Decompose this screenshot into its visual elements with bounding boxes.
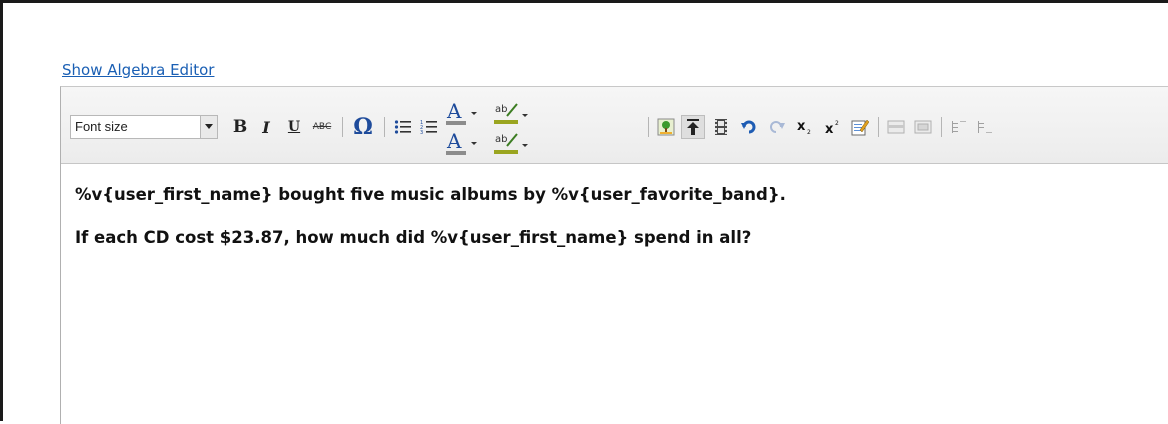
superscript-button[interactable]: x 2 — [821, 115, 845, 139]
numbered-list-icon: 1 2 3 — [420, 120, 437, 135]
svg-text:x: x — [825, 122, 834, 135]
bullet-list-icon — [394, 120, 411, 134]
bullet-list-button[interactable] — [391, 115, 415, 139]
toolbar-separator — [342, 117, 343, 137]
page-frame: Show Algebra Editor Font size B I U ABC — [0, 0, 1168, 424]
highlight-color-button-2[interactable]: ab — [491, 129, 535, 157]
content-line-2: If each CD cost $23.87, how much did %v{… — [75, 228, 752, 247]
table-col-button[interactable] — [911, 115, 935, 139]
toolbar-separator — [648, 117, 649, 137]
table-row-icon — [887, 120, 905, 134]
indent-icon — [952, 121, 966, 133]
redo-button[interactable] — [765, 115, 789, 139]
strikethrough-button[interactable]: ABC — [309, 115, 335, 139]
outdent-icon — [978, 121, 992, 133]
undo-icon — [741, 120, 756, 134]
underline-icon: U — [287, 119, 301, 135]
table-col-icon — [914, 120, 932, 134]
indent-button[interactable] — [947, 115, 971, 139]
superscript-icon: x 2 — [825, 120, 839, 135]
image-icon — [657, 118, 675, 136]
editor-toolbar: Font size B I U ABC Ω 1 2 3 A A ab ab x … — [61, 87, 1168, 164]
strikethrough-icon: ABC — [312, 122, 332, 132]
subscript-icon: x 2 — [797, 119, 811, 135]
italic-icon: I — [262, 117, 270, 137]
upload-icon — [687, 119, 699, 135]
highlight-color-button[interactable]: ab — [491, 99, 535, 127]
show-algebra-editor-link[interactable]: Show Algebra Editor — [62, 61, 214, 79]
text-color-button-2[interactable]: A — [441, 129, 489, 157]
font-size-label: Font size — [75, 119, 128, 134]
special-character-icon: Ω — [353, 114, 373, 140]
svg-text:2: 2 — [807, 129, 811, 135]
bold-icon: B — [232, 117, 248, 137]
upload-button[interactable] — [681, 115, 705, 139]
insert-media-button[interactable] — [709, 115, 733, 139]
svg-text:A: A — [446, 130, 462, 153]
toolbar-separator — [941, 117, 942, 137]
numbered-list-button[interactable]: 1 2 3 — [417, 115, 441, 139]
svg-text:A: A — [446, 100, 462, 123]
redo-icon — [770, 121, 785, 133]
dropdown-arrow-icon[interactable] — [200, 115, 218, 139]
bold-button[interactable]: B — [229, 115, 251, 139]
table-row-button[interactable] — [884, 115, 908, 139]
undo-button[interactable] — [737, 115, 761, 139]
highlight-color-icon: ab — [494, 133, 528, 154]
special-character-button[interactable]: Ω — [349, 114, 377, 140]
svg-text:ab: ab — [495, 134, 507, 145]
toolbar-separator — [878, 117, 879, 137]
outdent-button[interactable] — [973, 115, 997, 139]
color-tools-group: A A ab ab — [446, 99, 623, 159]
insert-image-button[interactable] — [654, 115, 678, 139]
editor-content-area[interactable]: %v{user_first_name} bought five music al… — [75, 185, 1155, 248]
text-color-button[interactable]: A — [441, 99, 489, 127]
edit-source-icon — [851, 119, 869, 136]
highlight-color-icon: ab — [494, 103, 528, 124]
svg-text:ab: ab — [495, 104, 507, 115]
rich-text-editor: Font size B I U ABC Ω 1 2 3 A A ab ab x … — [60, 86, 1168, 424]
subscript-button[interactable]: x 2 — [793, 115, 817, 139]
underline-button[interactable]: U — [283, 115, 305, 139]
svg-text:x: x — [797, 119, 806, 134]
toolbar-separator — [384, 117, 385, 137]
font-size-select[interactable]: Font size — [70, 115, 218, 139]
text-color-icon: A — [446, 100, 477, 125]
svg-text:2: 2 — [835, 120, 839, 127]
edit-source-button[interactable] — [848, 115, 872, 139]
content-line-1: %v{user_first_name} bought five music al… — [75, 185, 786, 204]
italic-button[interactable]: I — [255, 115, 277, 139]
svg-text:3: 3 — [420, 130, 423, 135]
media-icon — [715, 119, 727, 135]
text-color-icon: A — [446, 130, 477, 155]
